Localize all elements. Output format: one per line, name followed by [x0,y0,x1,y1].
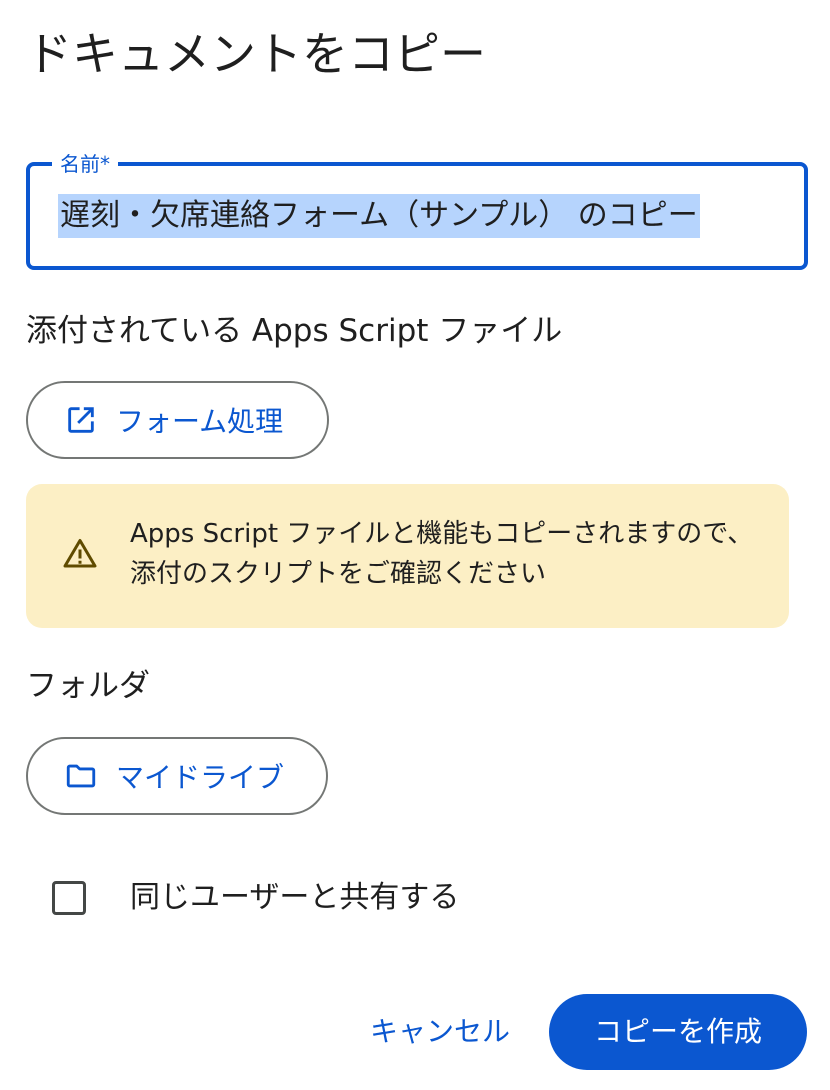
folder-chip-my-drive[interactable]: マイドライブ [26,737,328,815]
share-checkbox-label[interactable]: 同じユーザーと共有する [130,876,459,920]
copy-document-dialog: ドキュメントをコピー 名前* 遅刻・欠席連絡フォーム（サンプル） のコピー 添付… [0,0,830,1090]
dialog-title: ドキュメントをコピー [26,27,486,81]
folder-chip-label: マイドライブ [116,761,285,794]
warning-text: Apps Script ファイルと機能もコピーされますので、添付のスクリプトをご… [130,519,754,589]
name-input[interactable]: 遅刻・欠席連絡フォーム（サンプル） のコピー [58,194,700,238]
share-with-same-users-row[interactable]: 同じユーザーと共有する [52,876,459,920]
script-chip-form-processing[interactable]: フォーム処理 [26,381,329,459]
script-chip-label: フォーム処理 [116,405,284,438]
name-field[interactable]: 名前* 遅刻・欠席連絡フォーム（サンプル） のコピー [26,149,808,270]
open-in-new-icon [64,403,98,437]
attached-scripts-label: 添付されている Apps Script ファイル [26,313,563,349]
cancel-button[interactable]: キャンセル [356,1000,524,1064]
make-copy-button[interactable]: コピーを作成 [549,994,807,1070]
warning-icon [62,536,98,572]
share-checkbox[interactable] [52,881,86,915]
folder-label: フォルダ [26,668,150,704]
folder-icon [64,759,98,793]
name-field-label: 名前* [52,149,118,179]
copy-warning-banner: Apps Script ファイルと機能もコピーされますので、添付のスクリプトをご… [26,484,789,628]
